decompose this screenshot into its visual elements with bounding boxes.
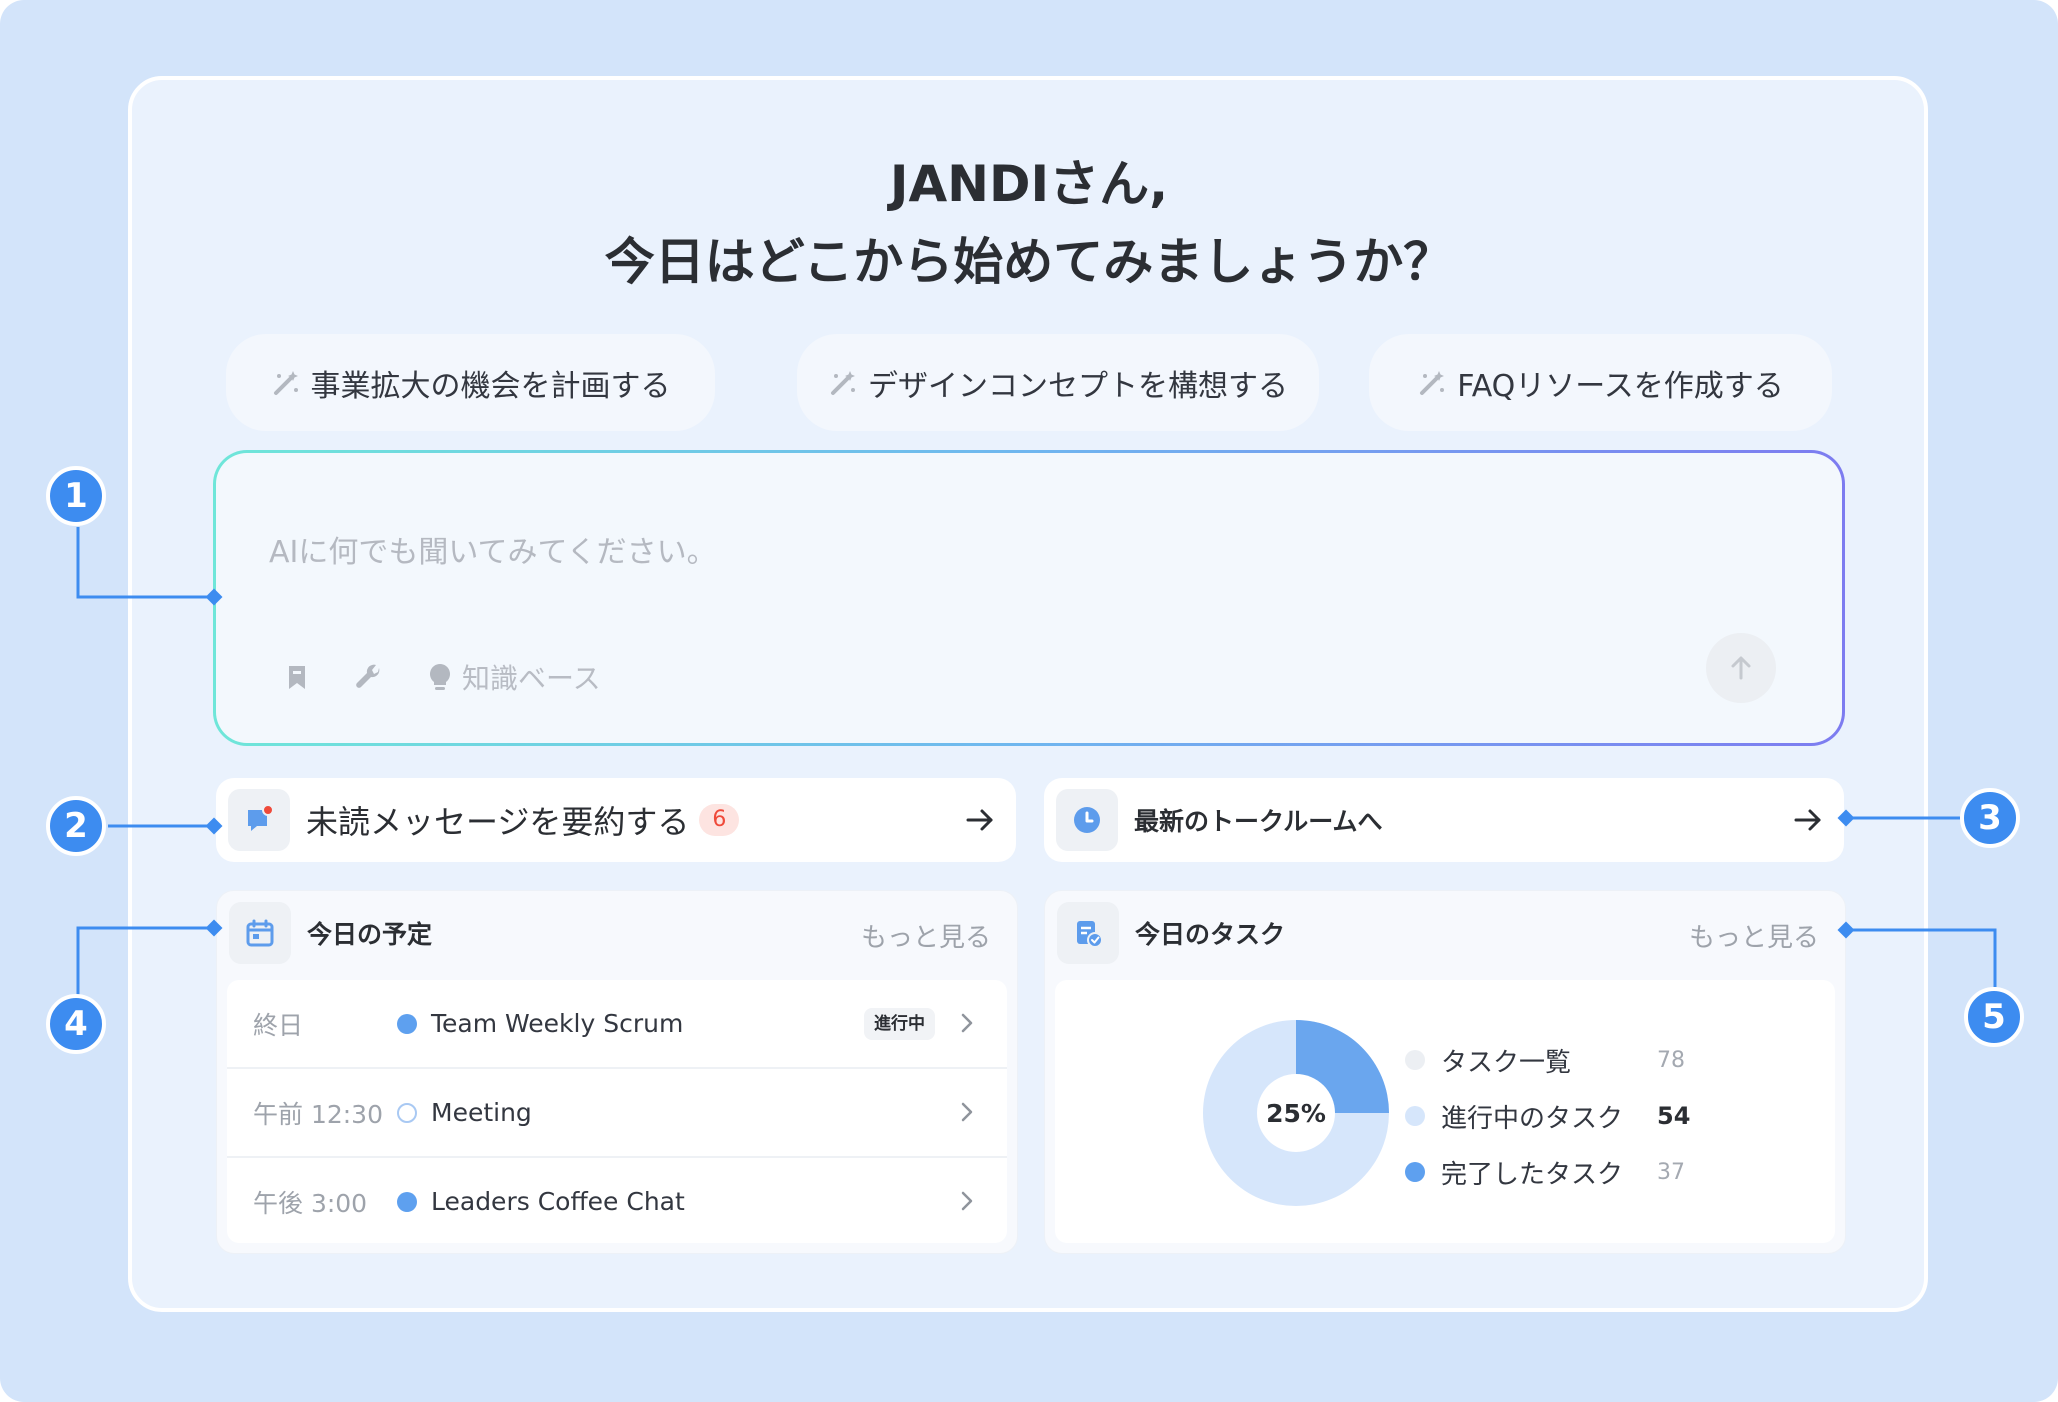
callout-marker-1: 1 <box>46 466 106 526</box>
callout-leader-lines <box>76 527 1997 997</box>
callout-marker-4: 4 <box>46 994 106 1054</box>
screenshot-stage: JANDIさん, 今日はどこから始めてみましょうか？ 事業拡大の機会を計画する … <box>0 0 2058 1402</box>
callout-marker-2: 2 <box>46 796 106 856</box>
callout-marker-3: 3 <box>1960 788 2020 848</box>
callout-marker-5: 5 <box>1964 987 2024 1047</box>
